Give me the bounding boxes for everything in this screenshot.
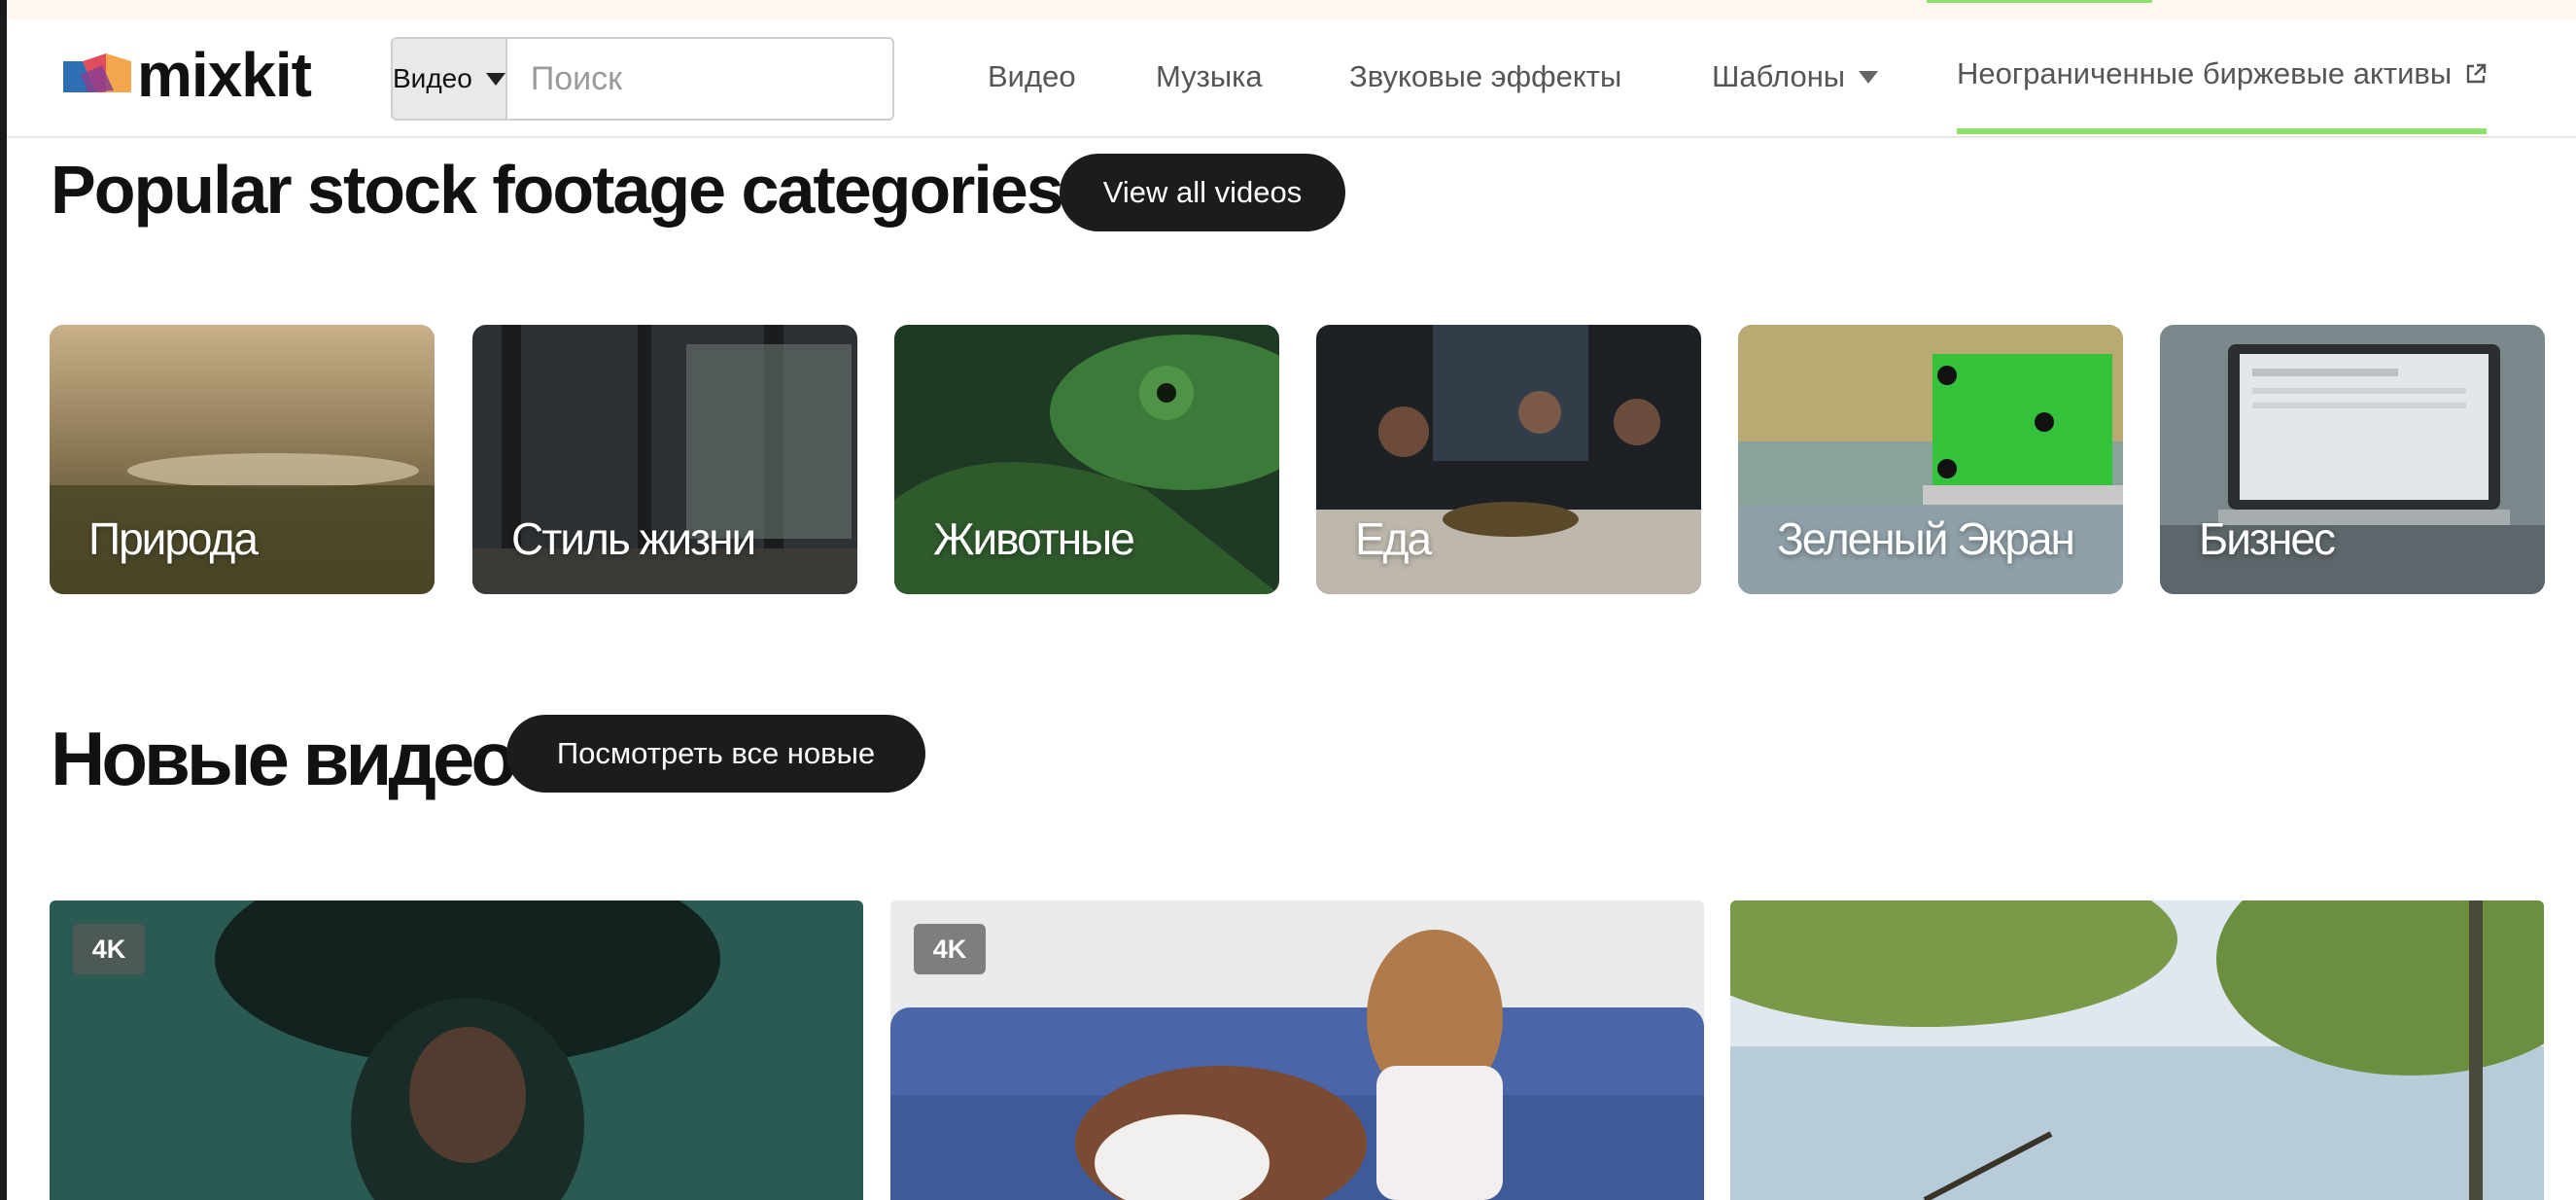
search-type-dropdown[interactable]: Видео <box>393 39 507 119</box>
search-type-label: Видео <box>393 63 472 93</box>
video-card[interactable] <box>1730 900 2544 1200</box>
logo-mark-icon <box>63 53 131 92</box>
view-all-new-button[interactable]: Посмотреть все новые <box>506 715 925 793</box>
view-all-videos-button[interactable]: View all videos <box>1060 154 1345 231</box>
section-title-popular: Popular stock footage categories <box>51 152 1064 228</box>
category-card-green-screen[interactable]: Зеленый Экран <box>1738 325 2123 594</box>
video-thumbnail <box>1730 900 2544 1200</box>
nav-item-templates[interactable]: Шаблоны <box>1712 19 1879 134</box>
caret-down-icon <box>1859 70 1879 84</box>
category-label: Стиль жизни <box>511 513 756 564</box>
search-bar: Видео <box>391 37 894 121</box>
category-label: Животные <box>933 513 1135 564</box>
category-label: Природа <box>88 513 259 564</box>
external-link-icon <box>2466 63 2487 84</box>
nav-item-unlimited-assets[interactable]: Неограниченные биржевые активы <box>1957 19 2488 134</box>
window-edge <box>0 0 7 1200</box>
video-thumbnail <box>50 900 863 1200</box>
top-accent-bar <box>1927 0 2152 3</box>
category-label: Еда <box>1355 513 1432 564</box>
nav-item-label: Звуковые эффекты <box>1349 59 1622 93</box>
section-title-new-videos: Новые видео <box>51 716 517 801</box>
nav-item-label: Шаблоны <box>1712 59 1846 93</box>
nav-item-label: Музыка <box>1156 59 1263 93</box>
category-label: Зеленый Экран <box>1777 513 2075 564</box>
video-card[interactable]: 4K <box>890 900 1704 1200</box>
nav-item-label: Видео <box>988 59 1076 93</box>
category-card-business[interactable]: Бизнес <box>2160 325 2545 594</box>
logo-text: mixkit <box>137 40 312 110</box>
nav-item-sound-effects[interactable]: Звуковые эффекты <box>1349 19 1621 134</box>
category-card-nature[interactable]: Природа <box>50 325 435 594</box>
category-card-food[interactable]: Еда <box>1316 325 1701 594</box>
category-card-animals[interactable]: Животные <box>894 325 1279 594</box>
nav-item-video[interactable]: Видео <box>988 19 1076 134</box>
site-header: mixkit Видео Видео Музыка Звуковые эффек… <box>7 19 2576 138</box>
video-thumbnail <box>890 900 1704 1200</box>
category-label: Бизнес <box>2199 513 2336 564</box>
nav-item-music[interactable]: Музыка <box>1156 19 1263 134</box>
top-banner-strip <box>0 0 2576 19</box>
resolution-badge: 4K <box>73 924 145 974</box>
caret-down-icon <box>485 72 505 86</box>
search-input[interactable] <box>506 39 892 119</box>
nav-item-label: Неограниченные биржевые активы <box>1957 56 2453 90</box>
category-card-lifestyle[interactable]: Стиль жизни <box>472 325 857 594</box>
resolution-badge: 4K <box>914 924 986 974</box>
mixkit-logo[interactable]: mixkit <box>63 40 312 110</box>
video-card[interactable]: 4K <box>50 900 863 1200</box>
